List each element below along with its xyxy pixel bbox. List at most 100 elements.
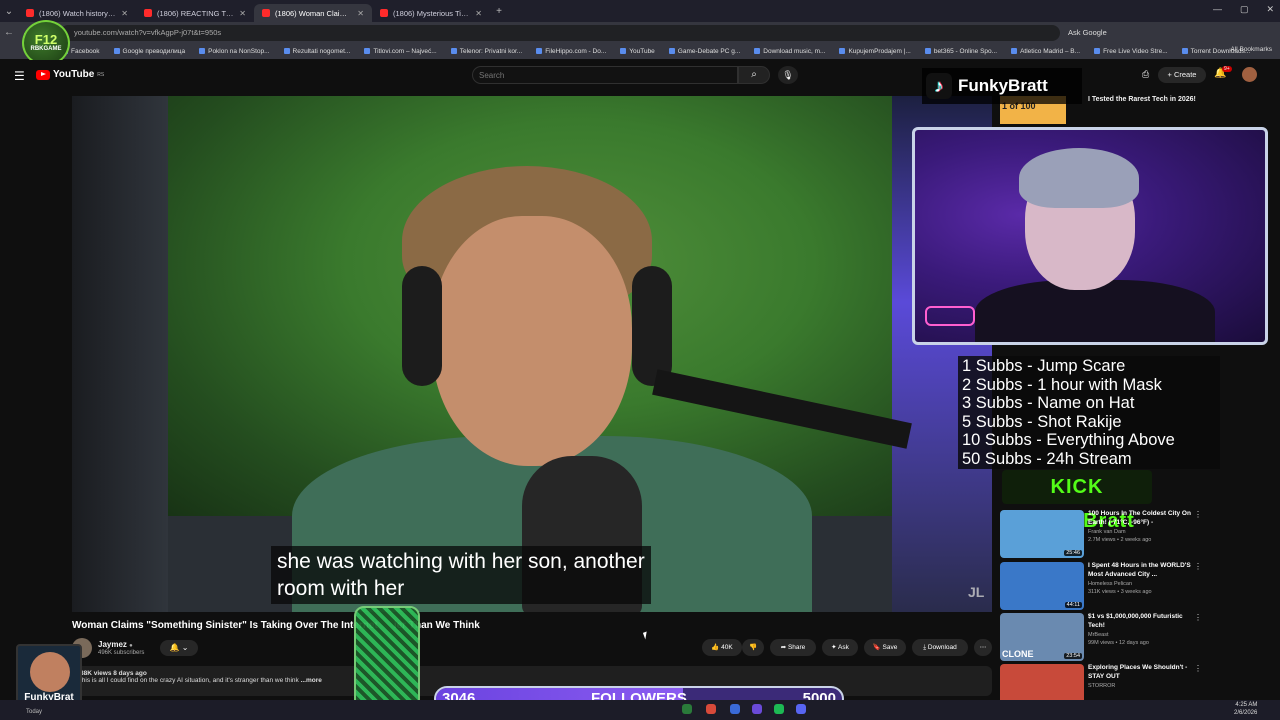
bookmark-item[interactable]: FileHippo.com - Do... bbox=[536, 48, 606, 55]
bookmark-favicon-icon bbox=[450, 48, 457, 54]
taskbar-app-icon[interactable] bbox=[706, 704, 716, 714]
discord-icon[interactable] bbox=[796, 704, 806, 714]
more-icon: ⋯ bbox=[979, 644, 987, 651]
bookmark-item[interactable]: Poklon na NonStop... bbox=[199, 48, 270, 55]
show-more-link[interactable]: ...more bbox=[301, 677, 322, 684]
recommendation-thumbnail[interactable]: CLONE 23:54 bbox=[1000, 613, 1084, 661]
tab-search-icon[interactable]: ⌄ bbox=[0, 6, 18, 17]
recommendation-channel[interactable]: Frank van Dam bbox=[1088, 529, 1126, 535]
bookmark-favicon-icon bbox=[1094, 48, 1101, 54]
ask-button[interactable]: ✦ Ask bbox=[822, 639, 858, 656]
recommendation-channel[interactable]: STORROR bbox=[1088, 683, 1115, 689]
microphone-icon[interactable]: 🎙 bbox=[778, 66, 798, 84]
bookmark-item[interactable]: Telenor: Privatni kor... bbox=[450, 48, 522, 55]
new-tab-button[interactable]: + bbox=[490, 6, 508, 17]
recommendation-title[interactable]: I Spent 48 Hours in the WORLD'S Most Adv… bbox=[1088, 562, 1196, 579]
recommendation-item[interactable]: CLONE 23:54 $1 vs $1,000,000,000 Futuristi… bbox=[1000, 613, 1250, 661]
bookmark-item[interactable]: Rezultati nogomet... bbox=[283, 48, 350, 55]
bookmark-item[interactable]: Free Live Video Stre... bbox=[1094, 48, 1168, 55]
close-tab-icon[interactable]: ✕ bbox=[239, 9, 246, 18]
recommendation-title[interactable]: 100 Hours In The Coldest City On Earth! … bbox=[1088, 510, 1196, 527]
create-label: Create bbox=[1173, 70, 1197, 79]
bookmark-item[interactable]: YouTube bbox=[620, 48, 655, 55]
bookmark-item[interactable]: KupujemProdajem |... bbox=[839, 48, 911, 55]
download-icon: ⤓ bbox=[923, 644, 927, 651]
account-avatar[interactable] bbox=[1242, 67, 1257, 82]
tab-title: (1806) Woman Claims "Som bbox=[275, 8, 352, 18]
video-player[interactable]: she was watching with her son, another r… bbox=[72, 96, 992, 612]
share-button[interactable]: ➦ Share bbox=[770, 639, 816, 656]
like-button[interactable]: 👍 40K bbox=[702, 639, 742, 656]
url-field[interactable]: youtube.com/watch?v=vfkAgpP-j07t&t=950s bbox=[60, 24, 1060, 41]
youtube-logo[interactable]: YouTube RS bbox=[36, 69, 104, 80]
maximize-icon[interactable]: ▢ bbox=[1240, 4, 1249, 15]
browser-tab[interactable]: (1806) Mysterious TikToks They ✕ bbox=[372, 4, 490, 22]
video-duration: 25:46 bbox=[1064, 550, 1082, 556]
menu-icon[interactable]: ☰ bbox=[14, 69, 25, 83]
all-bookmarks-button[interactable]: All Bookmarks bbox=[1230, 46, 1272, 53]
tiktok-logo-icon: ♪ bbox=[926, 73, 952, 99]
bookmark-item[interactable]: Download music, m... bbox=[754, 48, 825, 55]
search-icon[interactable]: ⌕ bbox=[738, 66, 770, 84]
more-options-icon[interactable]: ⋮ bbox=[1194, 664, 1202, 673]
more-options-icon[interactable]: ⋮ bbox=[1194, 510, 1202, 519]
thumbnail-text: CLONE bbox=[1002, 649, 1034, 659]
recommendation-item[interactable]: 25:46 100 Hours In The Coldest City On Ea… bbox=[1000, 510, 1250, 558]
logo-text-secondary: RBKGAME bbox=[30, 46, 62, 52]
share-icon: ➦ bbox=[780, 644, 787, 651]
spotify-icon[interactable] bbox=[774, 704, 784, 714]
browser-tab[interactable]: (1806) Watch history - YouTube ✕ bbox=[18, 4, 136, 22]
recommendation-thumbnail[interactable]: 44:11 bbox=[1000, 562, 1084, 610]
recommendation-meta: 2.7M views • 2 weeks ago bbox=[1088, 537, 1152, 543]
subscription-bell-button[interactable]: 🔔 ⌄ bbox=[160, 640, 198, 656]
window-controls: — ▢ ✕ bbox=[1213, 4, 1274, 15]
cast-icon[interactable]: ⎙ bbox=[1142, 69, 1149, 80]
recommendation-meta: 99M views • 12 days ago bbox=[1088, 640, 1149, 646]
download-button[interactable]: ⤓ Download bbox=[912, 639, 968, 656]
address-bar-row: ← → ↻ youtube.com/watch?v=vfkAgpP-j07t&t… bbox=[0, 22, 1280, 43]
recommendation-thumbnail[interactable]: 25:46 bbox=[1000, 510, 1084, 558]
close-tab-icon[interactable]: ✕ bbox=[121, 9, 128, 18]
bookmark-label: Google преводилица bbox=[122, 47, 186, 55]
bookmark-item[interactable]: Titlovi.com – Najveć... bbox=[364, 48, 437, 55]
recommendation-item[interactable]: 44:11 I Spent 48 Hours in the WORLD'S Mos… bbox=[1000, 562, 1250, 610]
more-options-icon[interactable]: ⋮ bbox=[1194, 613, 1202, 622]
close-tab-icon[interactable]: ✕ bbox=[357, 9, 364, 18]
bookmark-item[interactable]: Atletico Madrid – B... bbox=[1011, 48, 1080, 55]
browser-tab-bar: ⌄ (1806) Watch history - YouTube ✕ (1806)… bbox=[0, 0, 1280, 22]
ask-google-button[interactable]: Ask Google bbox=[1068, 28, 1107, 37]
taskbar-app-icon[interactable] bbox=[752, 704, 762, 714]
channel-name[interactable]: Jaymez ● bbox=[98, 640, 133, 649]
close-tab-icon[interactable]: ✕ bbox=[475, 9, 482, 18]
minimize-icon[interactable]: — bbox=[1213, 4, 1222, 15]
recommendation-title[interactable]: I Tested the Rarest Tech in 2026! bbox=[1088, 96, 1198, 103]
bookmark-item[interactable]: Game-Debate PC g... bbox=[668, 48, 740, 55]
search-input[interactable] bbox=[472, 66, 738, 84]
clock[interactable]: 4:25 AM 2/6/2026 bbox=[1234, 701, 1257, 717]
bookmark-label: Facebook bbox=[71, 47, 100, 55]
recommendation-title[interactable]: $1 vs $1,000,000,000 Futuristic Tech! bbox=[1088, 613, 1196, 630]
more-actions-button[interactable]: ⋯ bbox=[974, 639, 992, 656]
bookmarks-bar: Facebook Google преводилица Poklon na NonS… bbox=[0, 43, 1280, 59]
recommendation-channel[interactable]: Homeless Pelican bbox=[1088, 581, 1132, 587]
clock-time: 4:25 AM bbox=[1235, 702, 1258, 708]
bookmark-favicon-icon bbox=[754, 48, 761, 54]
more-options-icon[interactable]: ⋮ bbox=[1194, 562, 1202, 571]
dislike-button[interactable]: 👎 bbox=[742, 639, 764, 656]
bookmark-label: bet365 - Online Spo... bbox=[933, 47, 998, 55]
bookmark-item[interactable]: Google преводилица bbox=[113, 47, 186, 55]
share-label: Share bbox=[787, 644, 806, 651]
taskbar-app-icon[interactable] bbox=[730, 704, 740, 714]
sub-goals-overlay: 1 Subbs - Jump Scare 2 Subbs - 1 hour wit… bbox=[958, 356, 1220, 469]
close-window-icon[interactable]: ✕ bbox=[1266, 4, 1274, 15]
create-button[interactable]: + Create bbox=[1158, 67, 1206, 83]
save-button[interactable]: 🔖 Save bbox=[864, 639, 906, 656]
recommendation-title[interactable]: Exploring Places We Shouldn't - STAY OUT bbox=[1088, 664, 1196, 681]
back-icon[interactable]: ← bbox=[0, 27, 18, 38]
recommendation-channel[interactable]: MrBeast bbox=[1088, 632, 1108, 638]
browser-tab-active[interactable]: (1806) Woman Claims "Som ✕ bbox=[254, 4, 372, 22]
browser-tab[interactable]: (1806) REACTING TO UNEXPLA ✕ bbox=[136, 4, 254, 22]
bookmark-item[interactable]: bet365 - Online Spo... bbox=[924, 47, 998, 55]
taskbar-app-icon[interactable] bbox=[682, 704, 692, 714]
bookmark-favicon-icon bbox=[620, 48, 627, 54]
